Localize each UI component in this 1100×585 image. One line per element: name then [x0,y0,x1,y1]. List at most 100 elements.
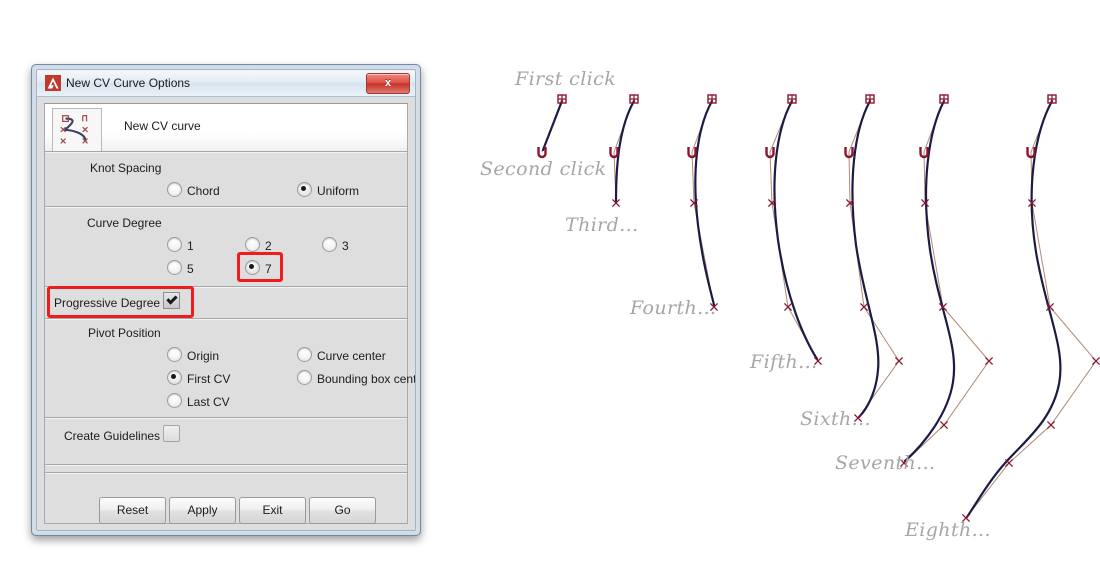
annotation-first-click: First click [515,68,617,90]
radio-dot [245,260,260,275]
close-icon[interactable]: x [366,73,410,94]
radio-pivot-bounding-box-center[interactable]: Bounding box center [297,370,415,386]
header-label: New CV curve [124,119,201,133]
separator-4 [45,318,407,320]
new-cv-curve-options-dialog[interactable]: New CV Curve Options x New CV curve Knot… [31,64,421,536]
create-guidelines-label: Create Guidelines [64,429,161,443]
radio-dot [167,393,182,408]
step-6-seven-cvs [899,94,994,468]
step-2-three-cvs [609,94,639,208]
dialog-inner-frame: New CV Curve Options x New CV curve Knot… [36,69,416,531]
cv-marker-start-icon [707,94,717,104]
radio-knot-chord[interactable]: Chord [167,182,220,198]
step-1-two-cvs [537,94,567,159]
cv-marker-x-icon [1091,356,1100,366]
separator-3 [45,286,407,288]
radio-dot [322,237,337,252]
separator-5 [45,417,407,419]
radio-label: 7 [265,262,272,276]
radio-dot [167,260,182,275]
step-7-eight-cvs [961,94,1100,523]
cv-curve [965,99,1062,519]
apply-button[interactable]: Apply [169,497,236,524]
cv-marker-x-icon [894,356,904,366]
step-4-five-cvs [765,94,823,366]
annotation-sixth: Sixth... [800,408,871,430]
marker-cross [788,95,796,103]
dialog-titlebar[interactable]: New CV Curve Options x [37,70,415,97]
cv-marker-x-icon [1046,420,1056,430]
radio-dot [297,182,312,197]
radio-dot [167,182,182,197]
dialog-header-band: New CV curve [45,104,407,152]
knot-spacing-title: Knot Spacing [90,161,162,175]
go-button[interactable]: Go [309,497,376,524]
progressive-degree-checkbox[interactable] [163,292,180,309]
reset-button[interactable]: Reset [99,497,166,524]
cv-marker-start-icon [557,94,567,104]
curve-degree-title: Curve Degree [87,216,162,230]
cv-curve [541,99,564,152]
separator-7 [45,472,407,474]
radio-pivot-first-cv[interactable]: First CV [167,370,230,386]
marker-cross [940,95,948,103]
annotation-fourth: Fourth... [630,297,717,319]
radio-dot [297,370,312,385]
radio-degree-1[interactable]: 1 [167,237,194,253]
marker-cross [708,95,716,103]
cv-curve [903,99,956,463]
radio-label: Last CV [187,395,230,409]
radio-label: 3 [342,239,349,253]
dialog-title: New CV Curve Options [66,76,191,90]
cv-marker-start-icon [865,94,875,104]
cv-curve [694,99,716,307]
cv-marker-start-icon [939,94,949,104]
radio-label: 1 [187,239,194,253]
autodesk-a-icon [45,75,61,91]
marker-cross [866,95,874,103]
radio-label: 2 [265,239,272,253]
radio-dot [297,347,312,362]
cv-marker-start-icon [787,94,797,104]
cv-marker-x-icon [939,420,949,430]
cv-marker-start-icon [1047,94,1057,104]
radio-dot [167,237,182,252]
radio-knot-uniform[interactable]: Uniform [297,182,359,198]
pivot-position-title: Pivot Position [88,326,161,340]
radio-dot [245,237,260,252]
radio-label: Chord [187,184,220,198]
annotation-eighth: Eighth... [905,519,991,541]
radio-dot [167,370,182,385]
control-hull [903,98,990,464]
cv-curve [851,99,880,419]
radio-degree-7[interactable]: 7 [245,260,272,276]
step-3-four-cvs [687,94,719,312]
create-guidelines-checkbox[interactable] [163,425,180,442]
cv-marker-x-icon [984,356,994,366]
radio-dot [167,347,182,362]
dialog-content-frame: New CV curve Knot Spacing Chord Uniform … [44,103,415,524]
separator-1 [45,151,407,153]
annotation-second-click: Second click [480,158,607,180]
radio-pivot-last-cv[interactable]: Last CV [167,393,230,409]
separator-6 [45,464,407,466]
cv-curve-icon [52,108,102,152]
radio-label: Curve center [317,349,386,363]
step-5-six-cvs [844,94,904,423]
radio-degree-5[interactable]: 5 [167,260,194,276]
cv-curve [614,99,636,203]
annotation-fifth: Fifth... [750,351,818,373]
radio-degree-3[interactable]: 3 [322,237,349,253]
exit-button[interactable]: Exit [239,497,306,524]
marker-cross [558,95,566,103]
radio-pivot-curve-center[interactable]: Curve center [297,347,386,363]
annotation-third: Third... [565,214,639,236]
radio-label: Bounding box center [317,372,415,386]
marker-cross [1048,95,1056,103]
dialog-body: New CV curve Knot Spacing Chord Uniform … [37,97,415,530]
radio-degree-2[interactable]: 2 [245,237,272,253]
radio-pivot-origin[interactable]: Origin [167,347,219,363]
annotation-seventh: Seventh... [835,452,936,474]
control-hull [965,98,1097,519]
marker-cross [630,95,638,103]
